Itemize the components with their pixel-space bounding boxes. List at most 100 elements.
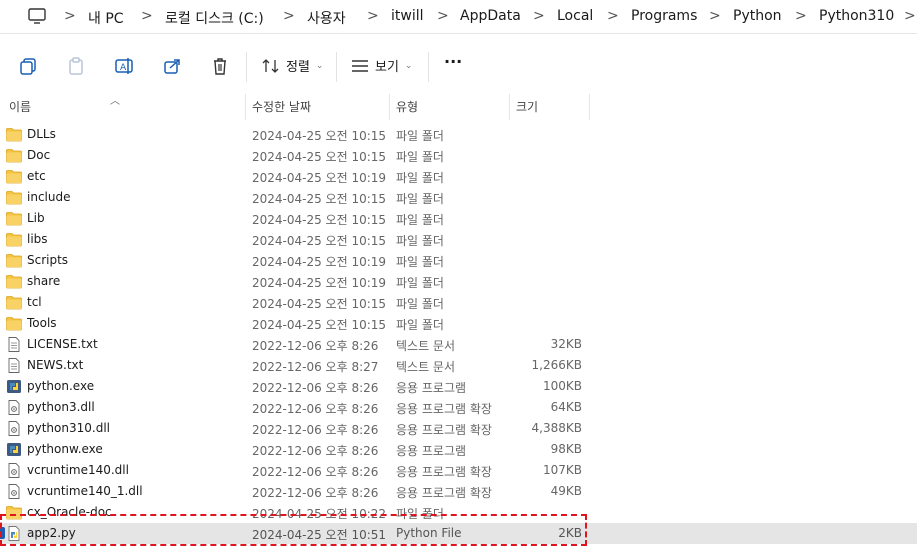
- file-date-modified: 2022-12-06 오후 8:26: [252, 339, 379, 353]
- file-name: vcruntime140.dll: [27, 463, 129, 477]
- file-date-modified: 2024-04-25 오전 10:51: [252, 528, 387, 542]
- sort-button[interactable]: 정렬 ⌄: [262, 56, 323, 75]
- breadcrumb-item-local-disk[interactable]: 로컬 디스크 (C:): [165, 8, 264, 28]
- file-row[interactable]: Tools 2024-04-25 오전 10:15 파일 폴더: [0, 313, 917, 334]
- file-date-modified: 2022-12-06 오후 8:27: [252, 360, 379, 374]
- file-type: 파일 폴더: [396, 297, 444, 311]
- file-date-modified: 2024-04-25 오전 10:15: [252, 234, 387, 248]
- breadcrumb-separator[interactable]: >: [533, 8, 545, 24]
- file-row[interactable]: python3.dll 2022-12-06 오후 8:26 응용 프로그램 확장 6…: [0, 397, 917, 418]
- toolbar-divider: [246, 52, 247, 82]
- file-row[interactable]: vcruntime140.dll 2022-12-06 오후 8:26 응용 프로그…: [0, 460, 917, 481]
- file-type: Python File: [396, 526, 462, 540]
- file-row[interactable]: NEWS.txt 2022-12-06 오후 8:27 텍스트 문서 1,266KB: [0, 355, 917, 376]
- file-row[interactable]: share 2024-04-25 오전 10:19 파일 폴더: [0, 271, 917, 292]
- file-date-modified: 2024-04-25 오전 10:15: [252, 192, 387, 206]
- file-row[interactable]: DLLs 2024-04-25 오전 10:15 파일 폴더: [0, 124, 917, 145]
- delete-icon[interactable]: [210, 56, 230, 76]
- dll-file-icon: [6, 421, 22, 436]
- copy-icon[interactable]: [18, 56, 38, 76]
- view-list-icon: [352, 59, 368, 72]
- folder-icon: [6, 232, 22, 247]
- view-label: 보기: [375, 60, 399, 75]
- column-name[interactable]: 이름: [9, 98, 31, 115]
- breadcrumb-separator[interactable]: >: [795, 8, 807, 24]
- column-divider[interactable]: [589, 94, 590, 120]
- file-row[interactable]: Lib 2024-04-25 오전 10:15 파일 폴더: [0, 208, 917, 229]
- breadcrumb-item-users[interactable]: 사용자: [307, 8, 346, 28]
- breadcrumb-item-my-pc[interactable]: 내 PC: [88, 8, 124, 28]
- file-name: python310.dll: [27, 421, 110, 435]
- file-row[interactable]: cx_Oracle-doc 2024-04-25 오전 10:22 파일 폴더: [0, 502, 917, 523]
- file-size: 4,388KB: [531, 421, 582, 435]
- file-type: 텍스트 문서: [396, 339, 456, 353]
- file-row[interactable]: tcl 2024-04-25 오전 10:15 파일 폴더: [0, 292, 917, 313]
- file-type: 텍스트 문서: [396, 360, 456, 374]
- file-size: 2KB: [558, 526, 582, 540]
- column-divider[interactable]: [509, 94, 510, 120]
- address-bar[interactable]: > 내 PC > 로컬 디스크 (C:) > 사용자 > itwill > Ap…: [0, 0, 917, 34]
- breadcrumb-separator[interactable]: >: [283, 8, 295, 24]
- share-icon[interactable]: [162, 56, 182, 76]
- breadcrumb-item-itwill[interactable]: itwill: [391, 8, 424, 24]
- column-divider[interactable]: [245, 94, 246, 120]
- file-date-modified: 2024-04-25 오전 10:15: [252, 129, 387, 143]
- file-name: python3.dll: [27, 400, 95, 414]
- column-type[interactable]: 유형: [396, 98, 418, 115]
- breadcrumb-item-programs[interactable]: Programs: [631, 8, 697, 24]
- rename-icon[interactable]: A: [114, 56, 134, 76]
- more-options-button[interactable]: ···: [444, 52, 462, 71]
- breadcrumb-separator[interactable]: >: [367, 8, 379, 24]
- breadcrumb-item-python310[interactable]: Python310: [819, 8, 894, 24]
- file-type: 응용 프로그램 확장: [396, 465, 492, 479]
- python-file-icon: [6, 526, 22, 541]
- file-row[interactable]: libs 2024-04-25 오전 10:15 파일 폴더: [0, 229, 917, 250]
- file-name: NEWS.txt: [27, 358, 84, 372]
- breadcrumb-separator[interactable]: >: [607, 8, 619, 24]
- file-row[interactable]: include 2024-04-25 오전 10:15 파일 폴더: [0, 187, 917, 208]
- file-row[interactable]: LICENSE.txt 2022-12-06 오후 8:26 텍스트 문서 32KB: [0, 334, 917, 355]
- file-row[interactable]: pythonw.exe 2022-12-06 오후 8:26 응용 프로그램 98KB: [0, 439, 917, 460]
- file-type: 응용 프로그램 확장: [396, 486, 492, 500]
- folder-icon: [6, 253, 22, 268]
- file-date-modified: 2024-04-25 오전 10:19: [252, 255, 387, 269]
- folder-icon: [6, 295, 22, 310]
- breadcrumb-item-local[interactable]: Local: [557, 8, 593, 24]
- column-size[interactable]: 크기: [516, 98, 538, 115]
- file-type: 응용 프로그램 확장: [396, 423, 492, 437]
- breadcrumb-separator[interactable]: >: [709, 8, 721, 24]
- python-exe-icon: [6, 379, 22, 394]
- file-row[interactable]: vcruntime140_1.dll 2022-12-06 오후 8:26 응용 프…: [0, 481, 917, 502]
- breadcrumb-item-python[interactable]: Python: [733, 8, 782, 24]
- folder-icon: [6, 148, 22, 163]
- file-row[interactable]: Scripts 2024-04-25 오전 10:19 파일 폴더: [0, 250, 917, 271]
- folder-icon: [6, 505, 22, 520]
- file-row[interactable]: python.exe 2022-12-06 오후 8:26 응용 프로그램 100KB: [0, 376, 917, 397]
- computer-icon[interactable]: [28, 8, 46, 24]
- file-type: 파일 폴더: [396, 234, 444, 248]
- selection-checkbox[interactable]: [0, 527, 5, 539]
- dll-file-icon: [6, 400, 22, 415]
- view-button[interactable]: 보기 ⌄: [351, 56, 412, 75]
- file-type: 파일 폴더: [396, 129, 444, 143]
- breadcrumb-separator[interactable]: >: [141, 8, 153, 24]
- folder-icon: [6, 169, 22, 184]
- file-row[interactable]: Doc 2024-04-25 오전 10:15 파일 폴더: [0, 145, 917, 166]
- breadcrumb-item-appdata[interactable]: AppData: [460, 8, 521, 24]
- file-size: 100KB: [542, 379, 582, 393]
- breadcrumb-separator[interactable]: >: [437, 8, 449, 24]
- file-size: 64KB: [550, 400, 582, 414]
- folder-icon: [6, 316, 22, 331]
- paste-icon[interactable]: [66, 56, 86, 76]
- file-row-selected[interactable]: app2.py 2024-04-25 오전 10:51 Python File 2KB: [0, 523, 917, 544]
- breadcrumb-separator[interactable]: >: [904, 8, 916, 24]
- svg-text:A: A: [120, 63, 127, 73]
- file-name: pythonw.exe: [27, 442, 103, 456]
- breadcrumb-separator[interactable]: >: [64, 8, 76, 24]
- file-row[interactable]: etc 2024-04-25 오전 10:19 파일 폴더: [0, 166, 917, 187]
- file-row[interactable]: python310.dll 2022-12-06 오후 8:26 응용 프로그램 확…: [0, 418, 917, 439]
- column-date[interactable]: 수정한 날짜: [252, 98, 311, 115]
- column-divider[interactable]: [389, 94, 390, 120]
- file-name: Scripts: [27, 253, 69, 267]
- file-size: 107KB: [542, 463, 582, 477]
